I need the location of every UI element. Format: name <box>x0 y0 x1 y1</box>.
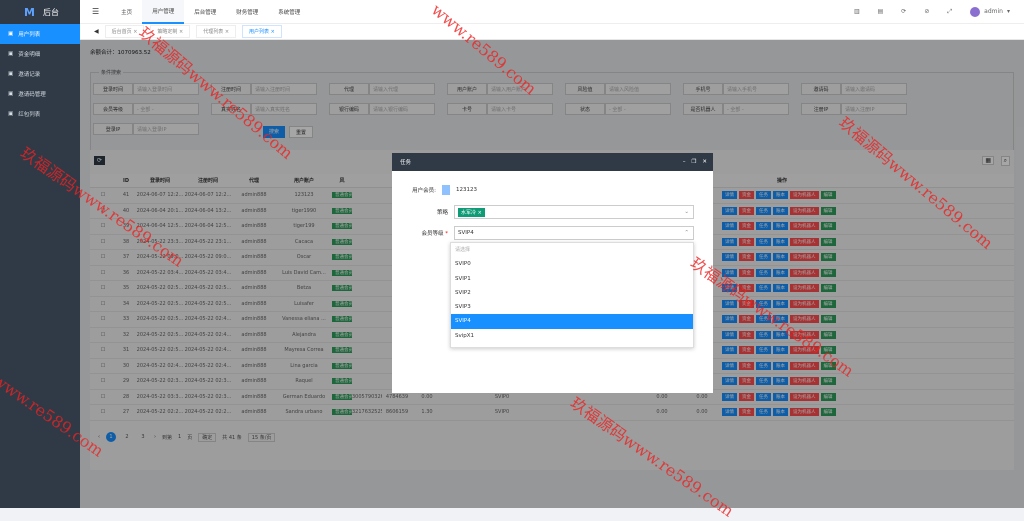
user-label: 用户会员: <box>392 186 442 194</box>
sidebar-item-3[interactable]: ▣ 邀请码管理 <box>0 84 80 104</box>
level-option-6[interactable]: SvipX1 <box>451 329 693 343</box>
chevron-up-icon: ⌃ <box>684 230 693 236</box>
avatar <box>970 7 980 17</box>
level-select[interactable]: SVIP4 ⌃ <box>454 226 694 240</box>
tag-bar: ◀后台首页 ×策略定制 ×代理列表 ×用户列表 × <box>80 24 1024 40</box>
app-logo[interactable]: M 后台 <box>0 0 80 24</box>
logo-mark: M <box>24 6 35 19</box>
level-label-text: 会员等级 <box>421 231 443 237</box>
sidebar-item-label: 邀请记录 <box>18 70 40 78</box>
topnav-tab-0[interactable]: 主页 <box>111 8 142 16</box>
strategy-label: 策略 <box>404 208 454 216</box>
topnav-tab-1[interactable]: 用户管理 <box>142 0 184 24</box>
sidebar-item-2[interactable]: ▣ 邀请记录 <box>0 64 80 84</box>
topnav-tab-2[interactable]: 后台管理 <box>184 8 226 16</box>
tag-2[interactable]: 代理列表 × <box>196 25 236 38</box>
sidebar-item-icon: ▣ <box>8 31 13 37</box>
user-menu[interactable]: admin ▾ <box>970 7 1010 17</box>
tag-label: 后台首页 <box>112 29 132 35</box>
top-navbar: ☰ 主页用户管理后台管理财务管理系统管理 ▥ ▤ ⟳ ⊘ ⤢ admin ▾ <box>80 0 1024 24</box>
fullscreen-icon[interactable]: ⤢ <box>947 8 952 16</box>
sidebar-item-label: 资金明细 <box>18 50 40 58</box>
modal-title: 任务 <box>400 158 411 166</box>
sidebar-item-0[interactable]: ▣ 用户列表 <box>0 24 80 44</box>
strategy-chip-label: 水军冷 <box>461 210 476 216</box>
level-option-0: 请选择 <box>451 243 693 257</box>
tags-scroll-left-icon[interactable]: ◀ <box>94 28 99 35</box>
close-icon[interactable]: ✕ <box>702 159 707 165</box>
tag-close-icon[interactable]: × <box>132 29 138 35</box>
level-dropdown: 请选择SVIP0SVIP1SVIP2SVIP3SVIP4SvipX1 <box>450 242 694 348</box>
strategy-chip[interactable]: 水军冷 × <box>458 208 485 217</box>
menu-toggle-icon[interactable]: ☰ <box>80 7 111 16</box>
user-value: 123123 <box>456 187 477 193</box>
document-icon <box>442 185 450 195</box>
app-title: 后台 <box>43 7 59 18</box>
tag-3[interactable]: 用户列表 × <box>242 25 282 38</box>
maximize-icon[interactable]: ❐ <box>691 159 696 165</box>
level-option-5[interactable]: SVIP4 <box>451 314 693 328</box>
tag-close-icon[interactable]: × <box>177 29 183 35</box>
sidebar: M 后台 ▣ 用户列表 ▣ 资金明细 ▣ 邀请记录 ▣ 邀请码管理 ▣ 红包列表 <box>0 0 80 508</box>
sidebar-item-4[interactable]: ▣ 红包列表 <box>0 104 80 124</box>
sidebar-item-icon: ▣ <box>8 91 13 97</box>
level-label: 会员等级 * <box>404 229 454 237</box>
sidebar-item-icon: ▣ <box>8 71 13 77</box>
message-icon[interactable]: ▤ <box>878 8 884 15</box>
minimize-icon[interactable]: – <box>683 159 686 165</box>
sidebar-item-label: 红包列表 <box>18 110 40 118</box>
sidebar-item-icon: ▣ <box>8 51 13 57</box>
refresh-icon[interactable]: ⟳ <box>901 8 906 15</box>
level-option-4[interactable]: SVIP3 <box>451 300 693 314</box>
tag-label: 策略定制 <box>157 29 177 35</box>
tag-label: 代理列表 <box>203 29 223 35</box>
sidebar-item-icon: ▣ <box>8 111 13 117</box>
sidebar-item-1[interactable]: ▣ 资金明细 <box>0 44 80 64</box>
level-option-1[interactable]: SVIP0 <box>451 257 693 271</box>
clear-icon[interactable]: ⊘ <box>924 8 929 15</box>
chevron-down-icon: ⌄ <box>684 209 693 215</box>
level-option-2[interactable]: SVIP1 <box>451 272 693 286</box>
tag-close-icon[interactable]: × <box>223 29 229 35</box>
topnav-tab-4[interactable]: 系统管理 <box>268 8 310 16</box>
tag-1[interactable]: 策略定制 × <box>150 25 190 38</box>
tag-close-icon[interactable]: × <box>269 29 275 35</box>
username: admin <box>984 8 1003 15</box>
level-value: SVIP4 <box>458 230 474 236</box>
tag-0[interactable]: 后台首页 × <box>105 25 145 38</box>
tag-label: 用户列表 <box>249 29 269 35</box>
topnav-tab-3[interactable]: 财务管理 <box>226 8 268 16</box>
chart-icon[interactable]: ▥ <box>854 8 860 15</box>
level-option-3[interactable]: SVIP2 <box>451 286 693 300</box>
strategy-select[interactable]: 水军冷 × ⌄ <box>454 205 694 219</box>
sidebar-item-label: 邀请码管理 <box>18 90 46 98</box>
sidebar-item-label: 用户列表 <box>18 30 40 38</box>
